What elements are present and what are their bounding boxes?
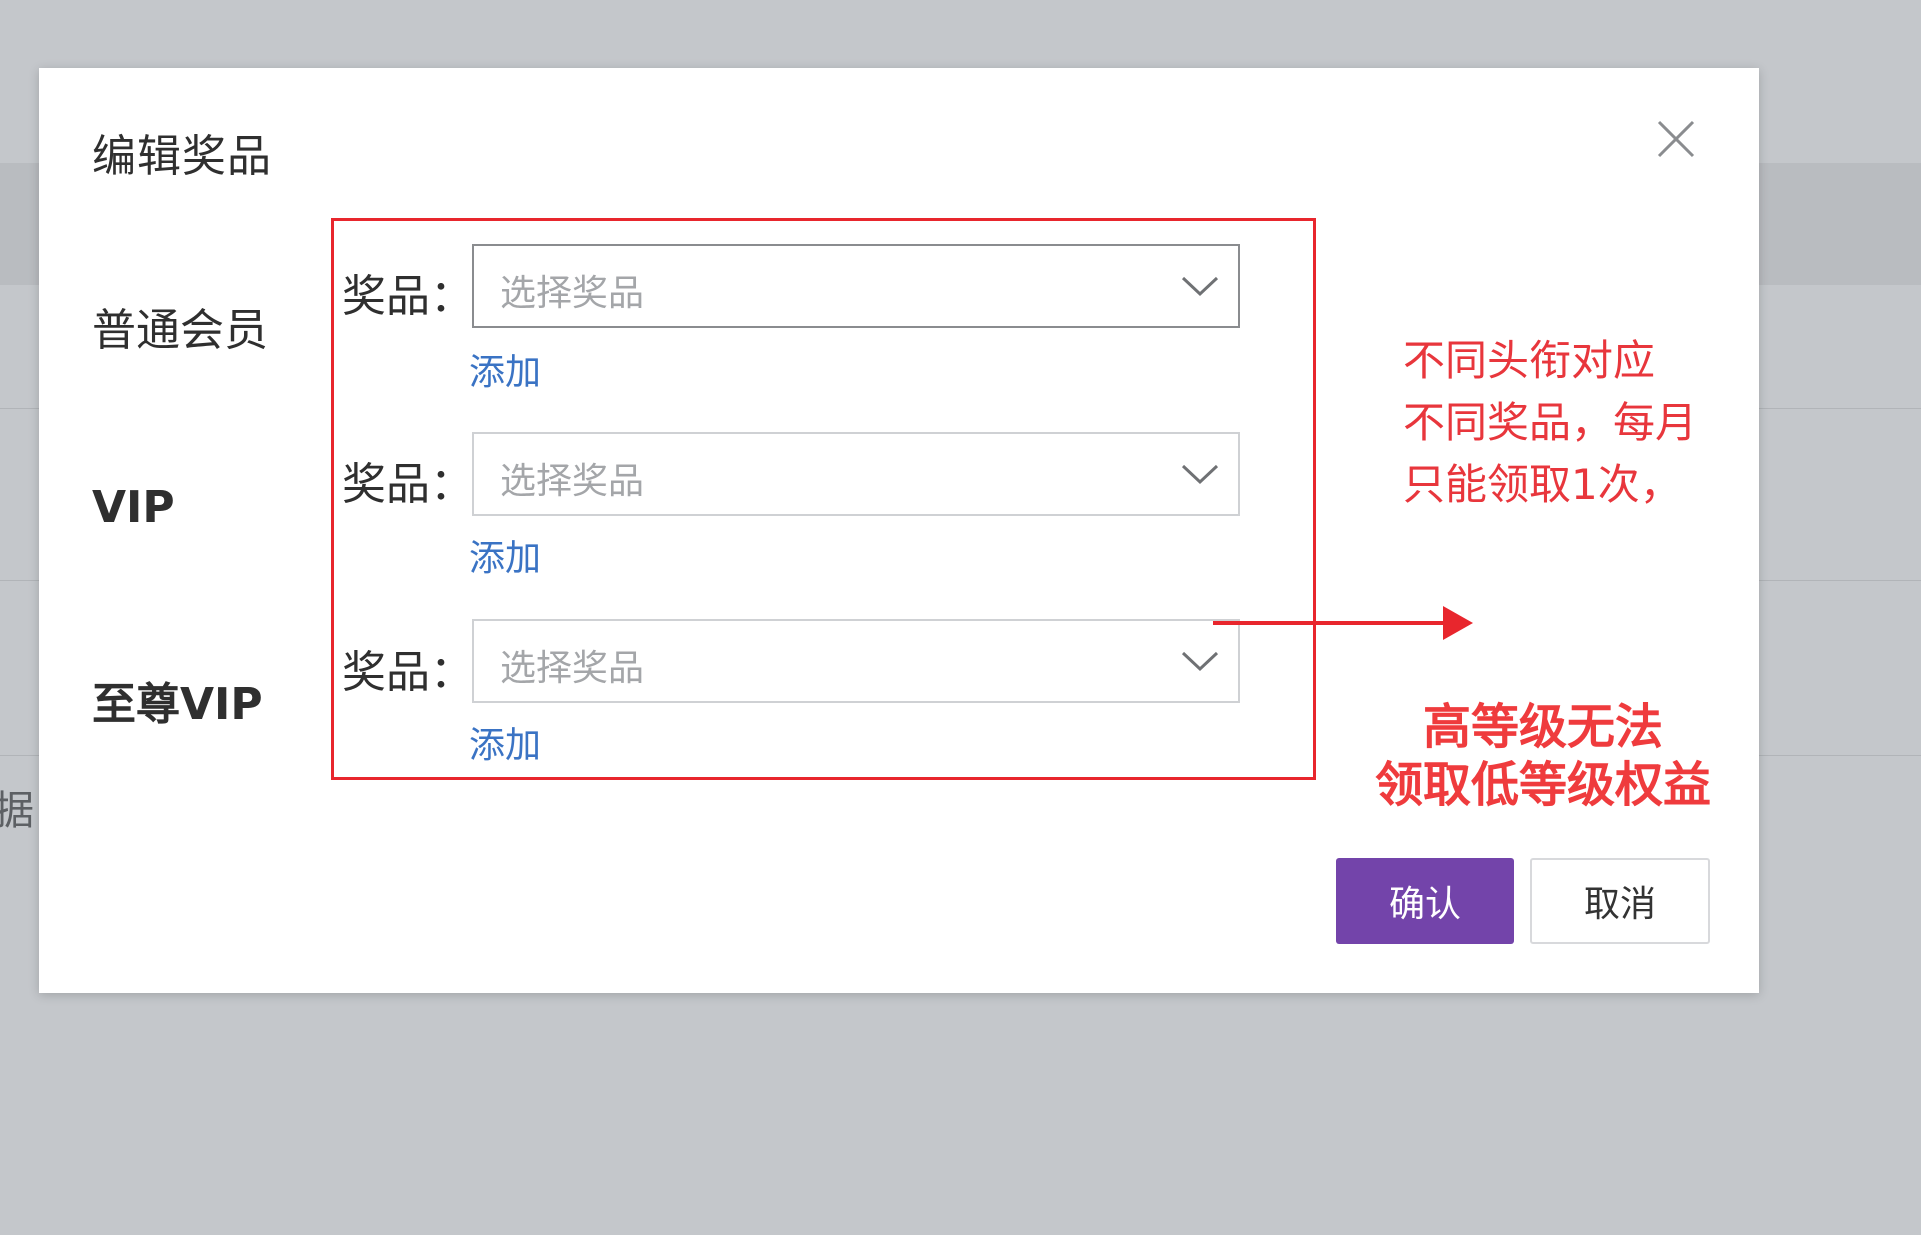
select-placeholder: 选择奖品 [500, 273, 645, 314]
prize-field-label: 奖品： [342, 647, 474, 698]
annotation-arrow-icon [1211, 598, 1491, 648]
annotation-strong-line: 领取低等级权益 [1374, 757, 1711, 813]
prize-select-supreme-vip[interactable]: 选择奖品 [472, 619, 1240, 703]
annotation-note-line: 不同奖品，每月 [1403, 398, 1698, 447]
chevron-down-icon [1180, 268, 1220, 304]
annotation-strong-line: 高等级无法 [1422, 699, 1663, 755]
cancel-button[interactable]: 取消 [1530, 858, 1710, 944]
edit-prize-dialog: 编辑奖品 普通会员 VIP 至尊VIP 奖品： 选择奖品 添加 奖品： 选择奖品 [39, 68, 1759, 993]
level-label-regular-member: 普通会员 [92, 305, 268, 356]
confirm-button[interactable]: 确认 [1336, 858, 1514, 944]
add-prize-link-vip[interactable]: 添加 [469, 529, 541, 581]
prize-select-vip[interactable]: 选择奖品 [472, 432, 1240, 516]
annotation-note: 不同头衔对应 不同奖品，每月 只能领取1次， [1403, 330, 1697, 516]
annotation-note-line: 不同头衔对应 [1403, 336, 1656, 385]
prize-field-label: 奖品： [342, 459, 474, 510]
chevron-down-icon [1180, 643, 1220, 679]
select-placeholder: 选择奖品 [500, 648, 645, 689]
chevron-down-icon [1180, 456, 1220, 492]
background-partial-text: 据 [0, 788, 34, 834]
level-label-vip: VIP [92, 482, 175, 533]
prize-select-regular-member[interactable]: 选择奖品 [472, 244, 1240, 328]
dialog-title: 编辑奖品 [92, 131, 272, 182]
add-prize-link-regular-member[interactable]: 添加 [469, 343, 541, 395]
select-placeholder: 选择奖品 [500, 461, 645, 502]
prize-field-label: 奖品： [342, 271, 474, 322]
add-prize-link-supreme-vip[interactable]: 添加 [469, 716, 541, 768]
page-backdrop: 据 编辑奖品 普通会员 VIP 至尊VIP 奖品： 选择奖品 添加 奖品： 选择… [0, 0, 1921, 1235]
annotation-strong-note: 高等级无法 领取低等级权益 [1359, 698, 1727, 814]
annotation-note-line: 只能领取1次， [1403, 460, 1682, 509]
level-label-supreme-vip: 至尊VIP [92, 679, 263, 730]
close-icon[interactable] [1651, 114, 1701, 164]
